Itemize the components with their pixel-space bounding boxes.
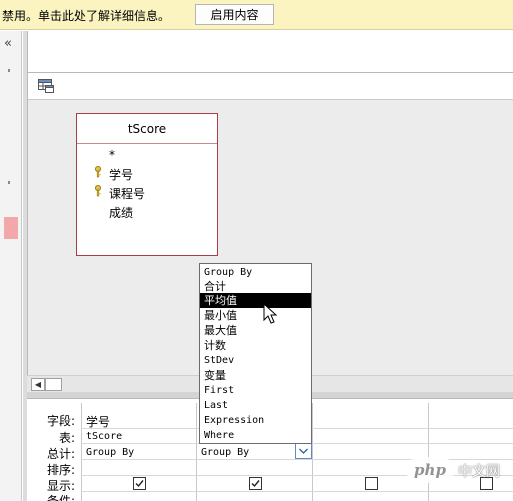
watermark-text: 中文网 (458, 464, 500, 480)
dropdown-option[interactable]: 最大值 (200, 323, 311, 338)
row-label-field: 字段: (46, 414, 75, 428)
check-icon (251, 480, 260, 488)
dropdown-option-selected[interactable]: 平均值 (200, 293, 311, 308)
row-label-total: 总计: (46, 447, 75, 461)
field-student-id[interactable]: 学号 (109, 166, 133, 183)
php-logo: php (406, 457, 454, 483)
grid-column-divider (312, 403, 313, 501)
nav-highlight (4, 217, 18, 239)
grid-cell-total[interactable]: Group By (86, 447, 134, 458)
table-title[interactable]: tScore (77, 114, 217, 144)
dropdown-option[interactable]: 最小值 (200, 308, 311, 323)
grid-cell-total[interactable]: Group By (201, 447, 249, 458)
field-score[interactable]: 成绩 (109, 204, 133, 221)
message-bar: 禁用。单击此处了解详细信息。 启用内容 (0, 0, 513, 30)
enable-content-button[interactable]: 启用内容 (195, 4, 274, 25)
grid-column-divider (428, 403, 429, 501)
grid-column-divider (81, 403, 82, 501)
mouse-cursor-icon (263, 303, 278, 324)
field-course-id[interactable]: 课程号 (109, 185, 145, 202)
row-label-criteria: 条件: (46, 494, 75, 501)
dropdown-option[interactable]: Expression (200, 413, 311, 428)
primary-key-icon (95, 166, 101, 178)
check-icon (135, 480, 144, 488)
expand-navigation-icon[interactable]: « (4, 36, 12, 51)
dropdown-option[interactable]: 变量 (200, 368, 311, 383)
grid-row-divider (81, 491, 513, 492)
grid-cell-field[interactable]: 学号 (86, 413, 110, 430)
dropdown-option[interactable]: 计数 (200, 338, 311, 353)
dropdown-option[interactable]: Group By (200, 265, 311, 280)
grid-cell-table[interactable]: tScore (86, 431, 122, 442)
row-label-sort: 排序: (46, 463, 75, 477)
grid-row-headers: 字段: 表: 总计: 排序: 显示: 条件: (27, 399, 79, 501)
grid-column-divider (196, 403, 197, 501)
dropdown-option[interactable]: Where (200, 428, 311, 443)
php-logo-text: php (414, 461, 446, 479)
dropdown-option[interactable]: First (200, 383, 311, 398)
dropdown-option[interactable]: StDev (200, 353, 311, 368)
table-field-list[interactable]: tScore * 学号 课程号 成绩 (76, 113, 218, 256)
show-checkbox[interactable] (249, 477, 262, 490)
primary-key-icon (95, 185, 101, 197)
nav-grip (8, 181, 10, 184)
query-icon (38, 79, 54, 93)
scroll-thumb[interactable] (45, 378, 62, 391)
total-dropdown-list[interactable]: Group By 合计 平均值 最小值 最大值 计数 StDev 变量 Firs… (199, 263, 312, 444)
watermark: php 中文网 (406, 457, 512, 483)
show-checkbox[interactable] (365, 477, 378, 490)
total-dropdown-button[interactable] (295, 443, 312, 459)
show-checkbox[interactable] (133, 477, 146, 490)
document-tab-strip (27, 31, 513, 73)
dropdown-option[interactable]: 合计 (200, 279, 311, 294)
row-label-table: 表: (58, 431, 75, 445)
security-warning-text[interactable]: 禁用。单击此处了解详细信息。 (2, 7, 170, 24)
field-all[interactable]: * (109, 148, 115, 162)
scroll-left-icon[interactable]: ◀ (31, 378, 45, 391)
navigation-pane: « (0, 31, 22, 501)
chevron-down-icon (299, 448, 308, 454)
dropdown-option[interactable]: Last (200, 398, 311, 413)
nav-grip (8, 69, 10, 72)
query-title-bar (27, 73, 513, 100)
